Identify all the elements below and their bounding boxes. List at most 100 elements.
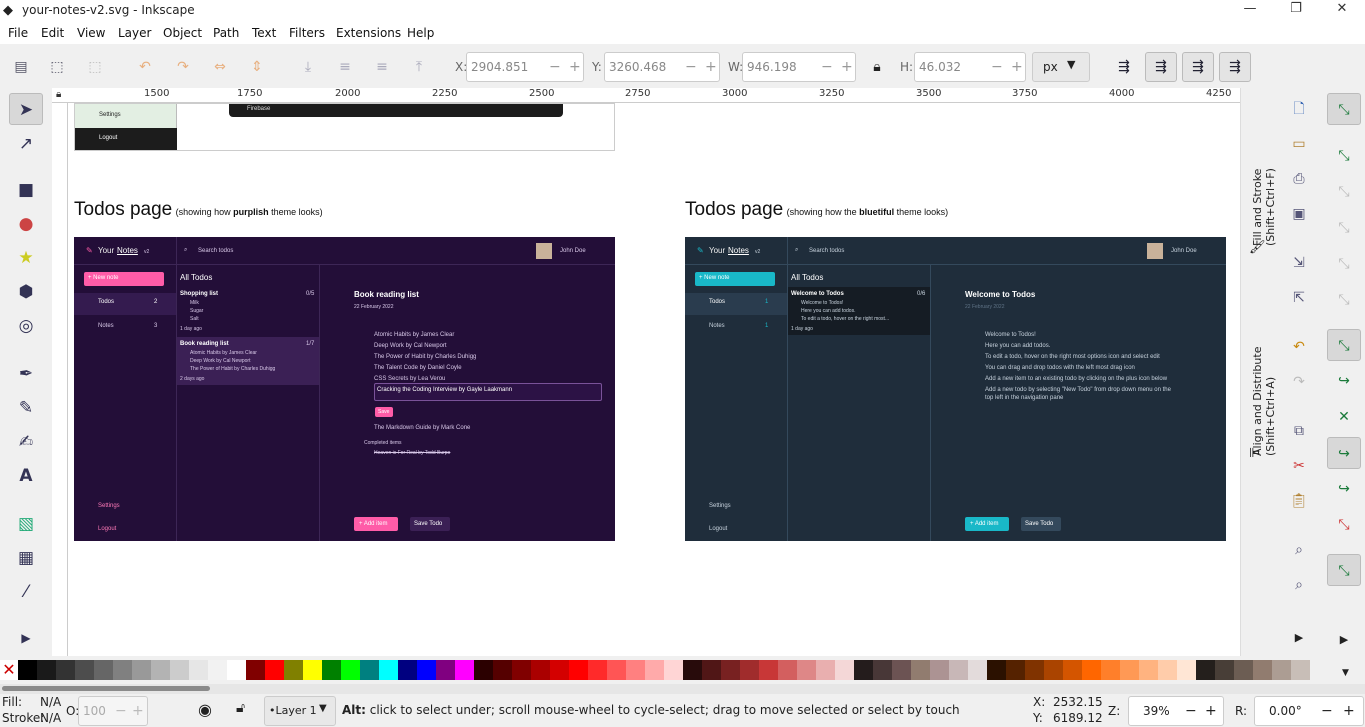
color-swatch[interactable] (1044, 660, 1063, 680)
menu-layer[interactable]: Layer (118, 26, 151, 40)
plus-icon[interactable]: + (1205, 703, 1217, 719)
deselect-icon[interactable]: ⬚ (84, 56, 106, 78)
minus-icon[interactable]: − (685, 59, 697, 75)
raise-to-top-icon[interactable]: ⤒ (408, 56, 430, 78)
scale-corners-toggle[interactable]: ⇶ (1145, 52, 1177, 82)
gradient-tool-icon[interactable]: ▧ (9, 508, 43, 540)
color-swatch[interactable] (132, 660, 151, 680)
color-swatch[interactable] (360, 660, 379, 680)
select-all-layers-icon[interactable]: ⬚ (46, 56, 68, 78)
menu-edit[interactable]: Edit (41, 26, 64, 40)
color-swatch[interactable] (1025, 660, 1044, 680)
plus-icon[interactable]: + (841, 59, 853, 75)
color-swatch[interactable] (379, 660, 398, 680)
dropper-tool-icon[interactable]: ⁄ (9, 576, 43, 608)
opacity-field[interactable]: 100 − + (78, 696, 148, 726)
color-swatch[interactable] (664, 660, 683, 680)
color-swatch[interactable] (702, 660, 721, 680)
palette-menu-icon[interactable]: ▼ (1342, 668, 1349, 678)
flip-horizontal-icon[interactable]: ⇔ (209, 56, 231, 78)
color-swatch[interactable] (588, 660, 607, 680)
color-swatch[interactable] (1234, 660, 1253, 680)
color-swatch[interactable] (1158, 660, 1177, 680)
scrollbar-thumb[interactable] (2, 686, 210, 691)
selector-tool-icon[interactable]: ➤ (9, 93, 43, 125)
color-swatch[interactable] (550, 660, 569, 680)
minus-icon[interactable]: − (1185, 703, 1197, 719)
no-paint-icon[interactable]: ✕ (0, 660, 18, 680)
rotate-cw-icon[interactable]: ↷ (172, 56, 194, 78)
expand-arrow-icon[interactable]: ▶ (1286, 625, 1312, 651)
minus-icon[interactable]: − (1321, 703, 1333, 719)
expand-arrow-icon[interactable]: ▶ (9, 622, 43, 654)
color-swatch[interactable] (18, 660, 37, 680)
color-swatch[interactable] (816, 660, 835, 680)
color-swatch[interactable] (474, 660, 493, 680)
select-all-icon[interactable]: ▤ (10, 56, 32, 78)
color-swatch[interactable] (1177, 660, 1196, 680)
color-swatch[interactable] (835, 660, 854, 680)
close-button[interactable]: ✕ (1319, 1, 1365, 21)
maximize-button[interactable]: ❐ (1273, 1, 1319, 21)
color-swatch[interactable] (911, 660, 930, 680)
scale-stroke-toggle[interactable]: ⇶ (1108, 52, 1140, 82)
rotate-ccw-icon[interactable]: ↶ (134, 56, 156, 78)
lock-icon[interactable]: 🔒︎ (866, 56, 888, 78)
cut-icon[interactable]: ✂ (1286, 453, 1312, 479)
zoom-selection-icon[interactable]: ⌕ (1286, 537, 1312, 563)
menu-filters[interactable]: Filters (289, 26, 325, 40)
move-gradients-toggle[interactable]: ⇶ (1182, 52, 1214, 82)
snap-intersections-icon[interactable]: ✕ (1327, 401, 1361, 433)
copy-icon[interactable]: ⧉ (1286, 418, 1312, 444)
canvas[interactable]: Settings Logout Firebase Todos page (sho… (68, 103, 1240, 656)
color-swatch[interactable] (436, 660, 455, 680)
color-swatch[interactable] (987, 660, 1006, 680)
expand-arrow-icon[interactable]: ▶ (1327, 624, 1361, 656)
color-swatch[interactable] (721, 660, 740, 680)
color-swatch[interactable] (208, 660, 227, 680)
color-swatch[interactable] (417, 660, 436, 680)
color-swatch[interactable] (1139, 660, 1158, 680)
horizontal-scrollbar[interactable] (0, 684, 1365, 694)
color-swatch[interactable] (303, 660, 322, 680)
color-swatch[interactable] (56, 660, 75, 680)
flip-vertical-icon[interactable]: ⇕ (246, 56, 268, 78)
color-swatch[interactable] (284, 660, 303, 680)
undo-icon[interactable]: ↶ (1286, 334, 1312, 360)
snap-cusp-nodes-icon[interactable]: ↪ (1327, 437, 1361, 469)
menu-object[interactable]: Object (163, 26, 202, 40)
color-swatch[interactable] (778, 660, 797, 680)
menu-view[interactable]: View (77, 26, 105, 40)
color-swatch[interactable] (892, 660, 911, 680)
color-swatch[interactable] (740, 660, 759, 680)
fill-stroke-tab[interactable]: Fill and Stroke (Shift+Ctrl+F) (1251, 96, 1277, 246)
plus-icon[interactable]: + (1011, 59, 1023, 75)
calligraphy-tool-icon[interactable]: ✍ (9, 426, 43, 458)
snap-midpoints-icon[interactable]: ⤡ (1327, 509, 1361, 541)
menu-extensions[interactable]: Extensions (336, 26, 401, 40)
color-swatch[interactable] (1101, 660, 1120, 680)
color-swatch[interactable] (151, 660, 170, 680)
color-swatch[interactable] (170, 660, 189, 680)
lower-to-bottom-icon[interactable]: ⤓ (297, 56, 319, 78)
color-swatch[interactable] (759, 660, 778, 680)
rotation-field[interactable]: 0.00° − + (1254, 696, 1364, 726)
snap-bbox-edges-icon[interactable]: ⤡ (1327, 176, 1361, 208)
color-swatch[interactable] (265, 660, 284, 680)
plus-icon[interactable]: + (705, 59, 717, 75)
minus-icon[interactable]: − (115, 703, 127, 719)
color-swatch[interactable] (531, 660, 550, 680)
save-icon[interactable]: ▣ (1286, 201, 1312, 227)
color-swatch[interactable] (683, 660, 702, 680)
mesh-tool-icon[interactable]: ▦ (9, 542, 43, 574)
star-tool-icon[interactable]: ★ (9, 242, 43, 274)
color-swatch[interactable] (1082, 660, 1101, 680)
color-swatch[interactable] (94, 660, 113, 680)
menu-file[interactable]: File (8, 26, 28, 40)
move-patterns-toggle[interactable]: ⇶ (1219, 52, 1251, 82)
color-swatch[interactable] (189, 660, 208, 680)
color-swatch[interactable] (626, 660, 645, 680)
snap-page-icon[interactable]: ⤡ (1327, 554, 1361, 586)
color-swatch[interactable] (398, 660, 417, 680)
snap-paths-icon[interactable]: ↪ (1327, 365, 1361, 397)
